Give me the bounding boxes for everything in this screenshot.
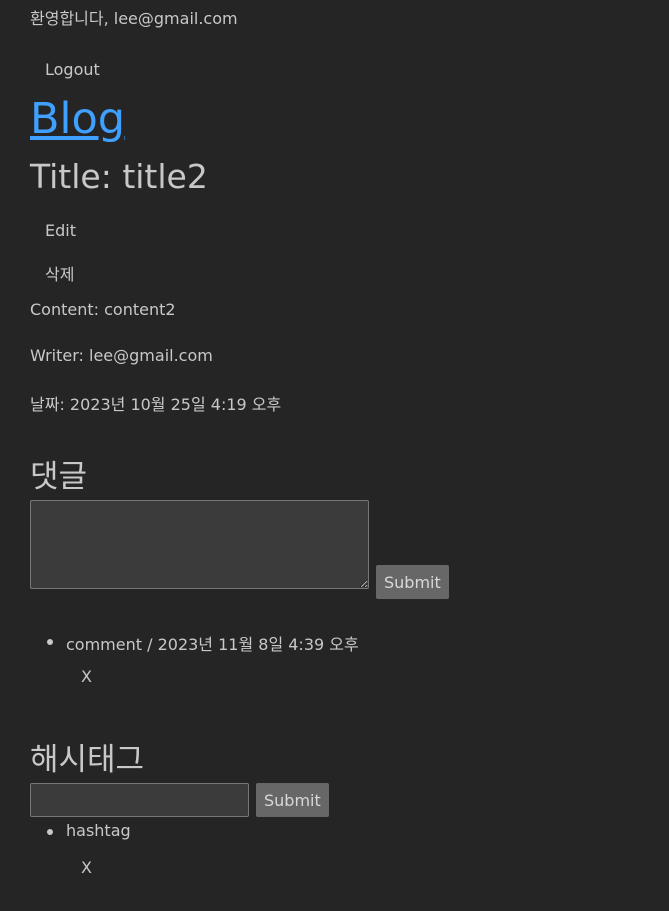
edit-button[interactable]: Edit: [45, 221, 76, 240]
bullet-icon: [47, 639, 53, 645]
post-date: 날짜: 2023년 10월 25일 4:19 오후: [30, 395, 282, 414]
logout-button[interactable]: Logout: [45, 60, 100, 79]
post-content: Content: content2: [30, 300, 176, 319]
comment-delete-button[interactable]: X: [81, 667, 92, 686]
comment-textarea[interactable]: [30, 500, 369, 589]
post-writer: Writer: lee@gmail.com: [30, 346, 213, 365]
comment-submit-button[interactable]: Submit: [376, 565, 449, 599]
comments-heading: 댓글: [30, 459, 88, 495]
post-title: Title: title2: [30, 157, 208, 196]
hashtag-submit-button[interactable]: Submit: [256, 783, 329, 817]
blog-home-link[interactable]: Blog: [30, 94, 125, 144]
delete-post-button[interactable]: 삭제: [45, 261, 74, 285]
hashtags-heading: 해시태그: [30, 742, 145, 778]
comment-text: comment / 2023년 11월 8일 4:39 오후: [66, 635, 359, 654]
hashtag-text: hashtag: [66, 821, 131, 840]
hashtag-input[interactable]: [30, 783, 249, 817]
welcome-text: 환영합니다, lee@gmail.com: [30, 9, 238, 28]
bullet-icon: [47, 829, 53, 835]
hashtag-delete-button[interactable]: X: [81, 858, 92, 877]
